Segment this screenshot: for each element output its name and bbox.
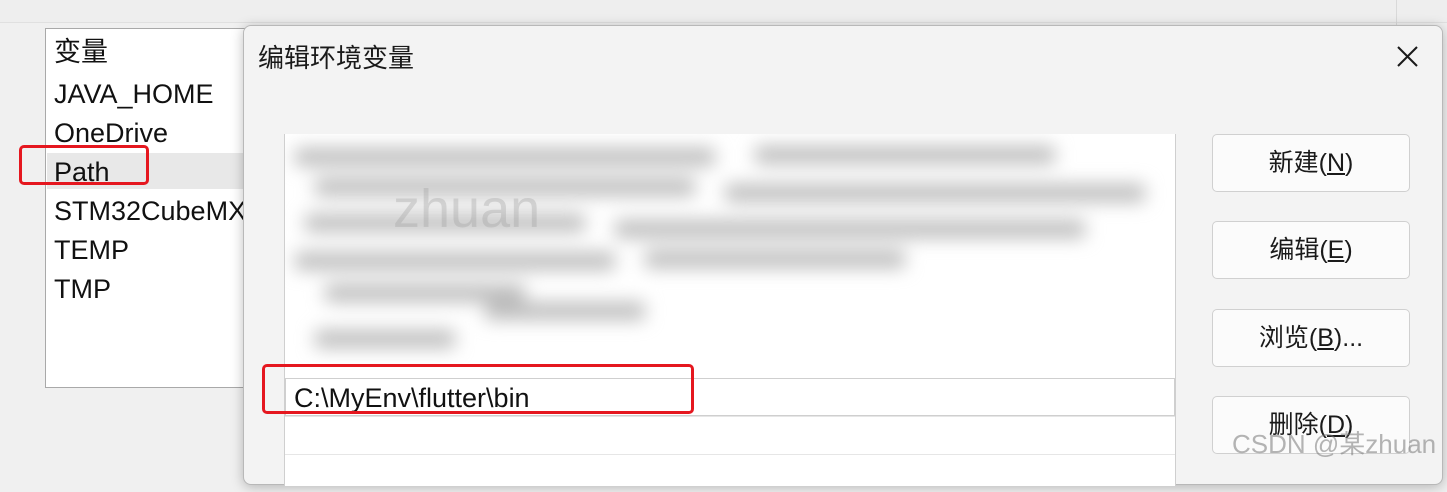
edit-env-variable-dialog: 编辑环境变量 C:\MyEnv\flutter\bin 新建(N) 编辑(E) … [243, 25, 1443, 486]
empty-path-row[interactable] [285, 416, 1175, 454]
dialog-titlebar: 编辑环境变量 [244, 26, 1442, 88]
variable-item-temp[interactable]: TEMP [54, 231, 129, 269]
watermark-corner: CSDN @某zhuan [1232, 429, 1437, 459]
variable-item-tmp[interactable]: TMP [54, 270, 111, 308]
path-highlight-box [19, 145, 149, 185]
new-button[interactable]: 新建(N) [1212, 134, 1410, 192]
parent-dialog-divider [0, 22, 1447, 23]
close-button[interactable] [1384, 38, 1430, 78]
flutter-path-highlight-box [262, 364, 694, 414]
watermark-center: zhuan [393, 179, 541, 239]
parent-dialog-header-strip [0, 0, 1447, 22]
variables-column-header[interactable]: 变量 [54, 33, 108, 71]
browse-button[interactable]: 浏览(B)... [1212, 309, 1410, 367]
variable-item-java-home[interactable]: JAVA_HOME [54, 75, 214, 113]
dialog-title: 编辑环境变量 [258, 43, 415, 73]
close-icon [1397, 46, 1418, 67]
edit-button[interactable]: 编辑(E) [1212, 221, 1410, 279]
empty-path-row[interactable] [285, 454, 1175, 492]
blurred-path-entries [285, 134, 1175, 370]
variable-item-stm32cubemx[interactable]: STM32CubeMX [54, 192, 246, 230]
